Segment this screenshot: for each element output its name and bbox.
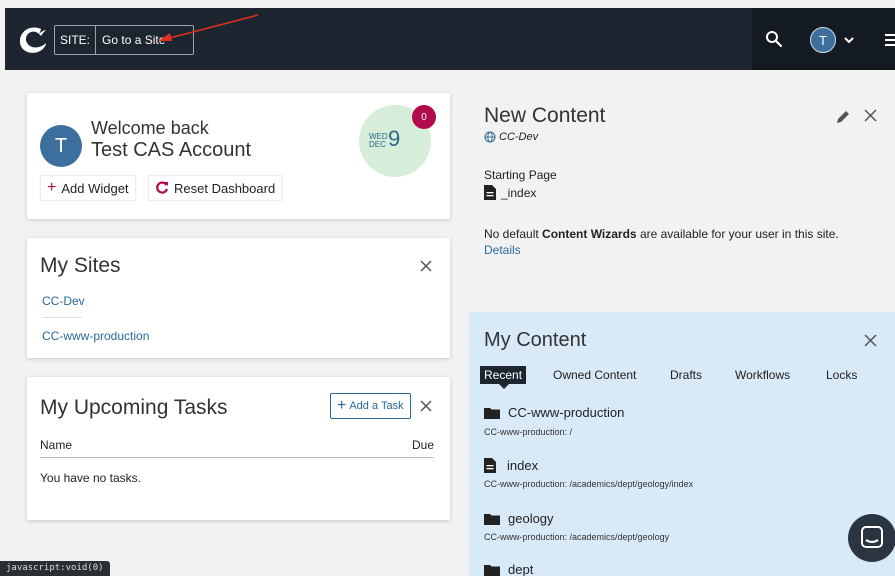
file-icon: [484, 458, 496, 473]
add-task-button[interactable]: + Add a Task: [330, 393, 411, 419]
site-search-input[interactable]: Go to a Site: [96, 26, 171, 54]
globe-icon: [484, 131, 496, 143]
date-month: DEC: [369, 140, 386, 149]
no-wizards-bold: Content Wizards: [542, 227, 637, 241]
list-item[interactable]: index: [484, 458, 538, 473]
no-wizards-message: No default Content Wizards are available…: [484, 227, 884, 241]
list-item-path: CC-www-production: /academics/dept/geolo…: [484, 532, 670, 542]
my-content-title: My Content: [484, 329, 587, 351]
chevron-down-icon[interactable]: [843, 34, 855, 46]
notification-badge[interactable]: 0: [412, 105, 436, 129]
list-item[interactable]: geology: [484, 511, 554, 526]
chat-launcher-button[interactable]: [848, 514, 895, 562]
date-day: 9: [388, 126, 401, 151]
list-item-name: CC-www-production: [508, 405, 625, 420]
my-sites-title: My Sites: [40, 254, 121, 277]
divider: [40, 457, 434, 458]
tasks-title: My Upcoming Tasks: [40, 396, 228, 419]
new-content-site-name: CC-Dev: [499, 131, 539, 143]
plus-icon: +: [337, 397, 347, 414]
tab-locks[interactable]: Locks: [826, 368, 857, 382]
date-weekday-month: WED DEC: [369, 133, 388, 149]
upcoming-tasks-card: My Upcoming Tasks + Add a Task Name Due …: [27, 377, 450, 520]
list-item[interactable]: CC-www-production: [484, 405, 624, 420]
add-widget-label: Add Widget: [61, 180, 129, 196]
site-link-cc-www-production[interactable]: CC-www-production: [42, 329, 149, 343]
list-item-name: geology: [508, 511, 554, 526]
close-icon[interactable]: [419, 399, 433, 413]
column-header-name: Name: [40, 438, 73, 452]
tab-owned-content[interactable]: Owned Content: [553, 368, 636, 382]
active-tab-caret: [499, 384, 509, 389]
refresh-icon: [156, 181, 169, 194]
list-item-path: CC-www-production: /academics/dept/geolo…: [484, 479, 694, 489]
details-link[interactable]: Details: [484, 243, 521, 257]
browser-status-bar: javascript:void(0): [0, 561, 110, 576]
tab-drafts[interactable]: Drafts: [670, 368, 702, 382]
new-content-site: CC-Dev: [484, 131, 538, 143]
tab-recent[interactable]: Recent: [480, 366, 527, 384]
top-navigation-bar: SITE: Go to a Site T: [5, 8, 895, 70]
cascade-logo-icon[interactable]: [15, 23, 49, 57]
search-icon[interactable]: [765, 30, 783, 48]
add-widget-button[interactable]: + Add Widget: [40, 175, 136, 201]
no-wizards-prefix: No default: [484, 227, 543, 241]
site-link-cc-dev[interactable]: CC-Dev: [42, 294, 85, 308]
site-selector[interactable]: SITE: Go to a Site: [54, 25, 194, 55]
reset-dashboard-label: Reset Dashboard: [174, 180, 276, 196]
column-header-due: Due: [412, 438, 435, 452]
close-icon[interactable]: [419, 259, 433, 273]
divider: [42, 317, 82, 318]
my-sites-card: My Sites CC-Dev CC-www-production: [27, 238, 450, 358]
no-wizards-suffix: are available for your user in this site…: [636, 227, 839, 241]
avatar: T: [40, 125, 82, 167]
site-selector-label: SITE:: [55, 26, 97, 54]
new-content-title: New Content: [484, 104, 606, 127]
welcome-card: T Welcome back Test CAS Account WED DEC …: [27, 93, 450, 219]
folder-icon: [484, 513, 500, 525]
starting-page-name: _index: [501, 185, 537, 200]
user-avatar[interactable]: T: [810, 27, 836, 53]
pencil-icon[interactable]: [834, 108, 852, 126]
welcome-greeting: Welcome back: [91, 118, 209, 138]
file-icon: [484, 185, 496, 200]
list-item-name: dept: [508, 562, 534, 576]
plus-icon: +: [47, 179, 57, 196]
add-task-label: Add a Task: [349, 400, 404, 412]
folder-icon: [484, 407, 500, 419]
tab-workflows[interactable]: Workflows: [735, 368, 790, 382]
empty-tasks-message: You have no tasks.: [40, 471, 141, 485]
close-icon[interactable]: [864, 109, 877, 122]
hamburger-menu-icon[interactable]: [885, 32, 895, 48]
my-content-panel: My Content Recent Owned Content Drafts W…: [469, 312, 895, 576]
list-item-path: CC-www-production: /: [484, 427, 573, 437]
chat-icon: [861, 526, 883, 548]
starting-page-value[interactable]: _index: [484, 185, 536, 200]
list-item-name: index: [507, 458, 539, 473]
close-icon[interactable]: [864, 334, 877, 347]
folder-icon: [484, 564, 500, 576]
reset-dashboard-button[interactable]: Reset Dashboard: [148, 175, 283, 201]
account-name: Test CAS Account: [91, 139, 252, 161]
list-item[interactable]: dept: [484, 562, 533, 576]
starting-page-label: Starting Page: [484, 168, 557, 182]
